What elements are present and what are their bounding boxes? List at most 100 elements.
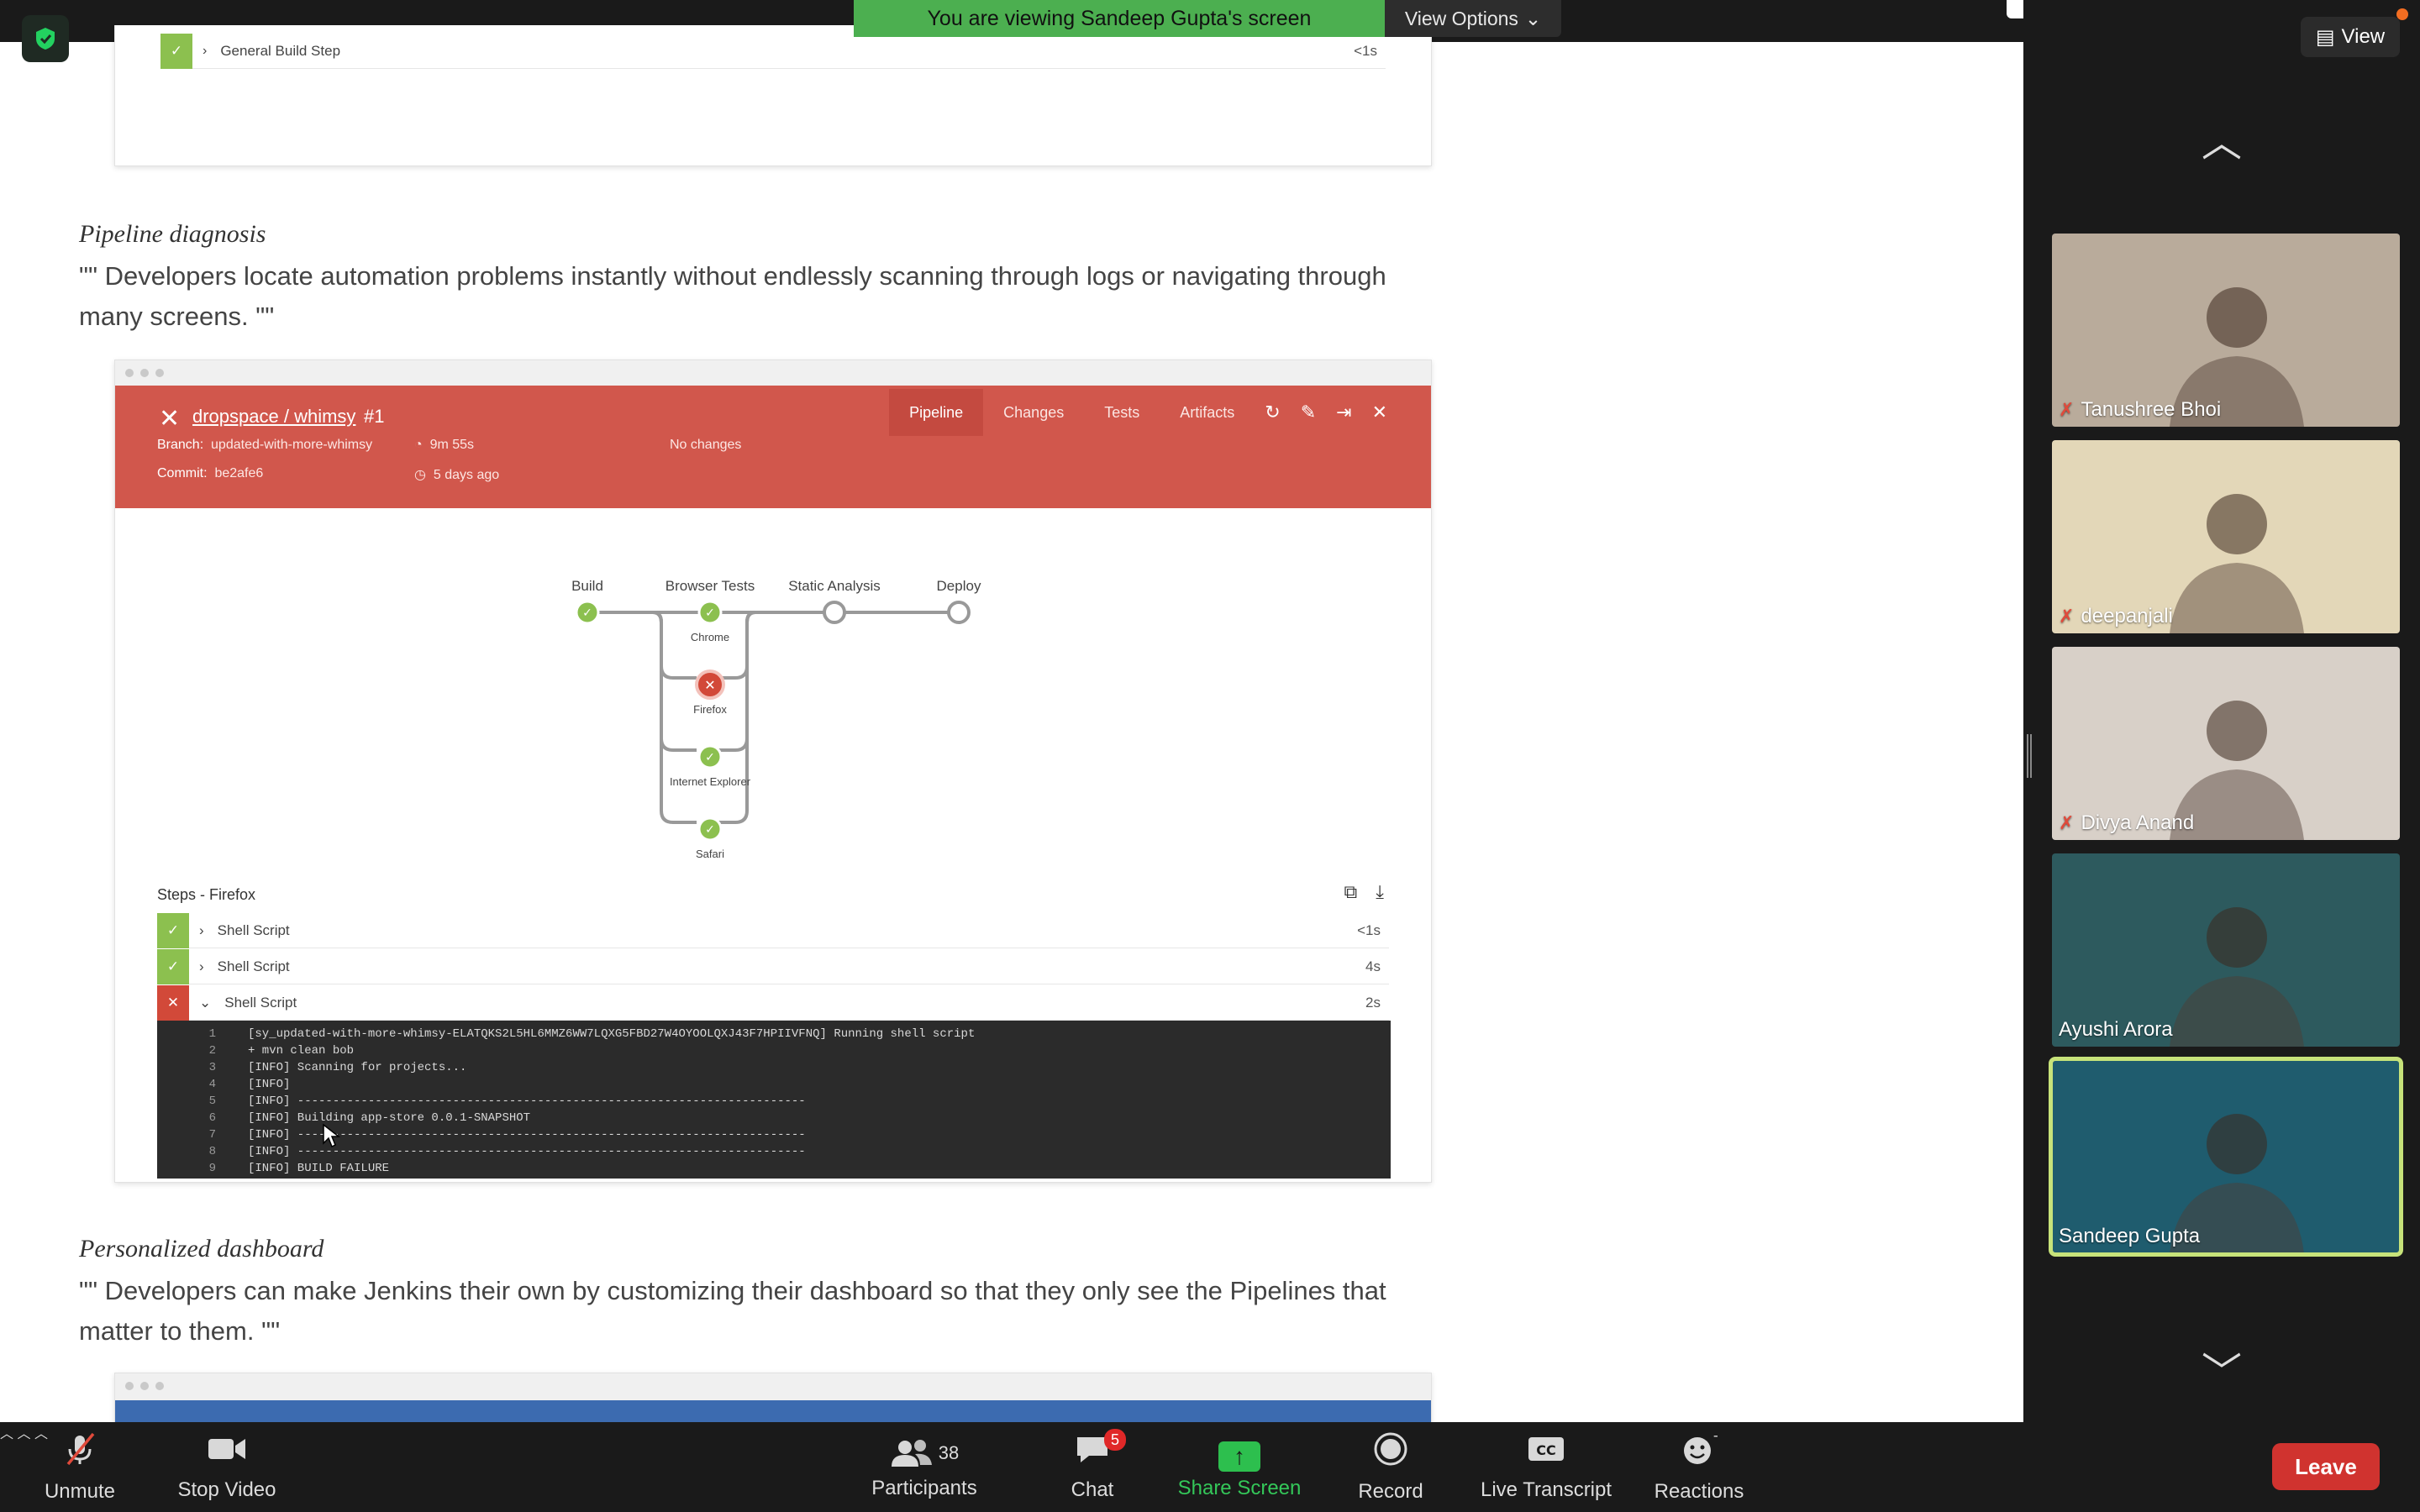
svg-text:✓: ✓ xyxy=(705,823,715,837)
console-line: 5 [INFO] --------------------------------… xyxy=(157,1093,1391,1110)
live-transcript-button[interactable]: CC Live Transcript xyxy=(1462,1422,1630,1512)
console-line-number: 1 xyxy=(208,1027,216,1041)
panel-resize-handle[interactable] xyxy=(2027,734,2032,778)
console-line-text: [INFO] ---------------------------------… xyxy=(248,1095,806,1108)
stage-static-node xyxy=(823,601,846,624)
rerun-icon[interactable]: ↻ xyxy=(1255,402,1290,423)
notification-dot xyxy=(2396,8,2408,20)
console-line-text: [INFO] Building app-store 0.0.1-SNAPSHOT xyxy=(248,1111,531,1125)
tab-changes[interactable]: Changes xyxy=(983,389,1084,436)
chevron-right-icon: › xyxy=(199,921,204,938)
run-header: ✕ dropspace / whimsy #1 Pipeline Changes… xyxy=(115,386,1431,508)
share-screen-icon: ↑ xyxy=(1218,1435,1260,1472)
video-gallery: ▤ View ︿ ✗ Tanushree Bhoi ✗ deepanjali ✗ Divy… xyxy=(2023,0,2420,1422)
scroll-down-icon[interactable]: ﹀ xyxy=(2191,1339,2252,1398)
console-line-number: 2 xyxy=(208,1044,216,1058)
browser-chrome xyxy=(115,360,1431,386)
chat-button[interactable]: 5 Chat xyxy=(1050,1422,1134,1512)
svg-text:✓: ✓ xyxy=(705,751,715,764)
branch-meta: Branch: updated-with-more-whimsy xyxy=(157,438,373,452)
chevron-down-icon: ⌄ xyxy=(1524,7,1542,29)
time-icon: ◷ xyxy=(414,468,426,482)
record-button[interactable]: Record xyxy=(1344,1422,1437,1512)
console-line-number: 4 xyxy=(208,1078,216,1091)
tab-pipeline[interactable]: Pipeline xyxy=(889,389,984,436)
scroll-up-icon[interactable]: ︿ xyxy=(2191,109,2252,168)
stage-label-browser-tests: Browser Tests xyxy=(666,578,755,594)
dashboard-section-body: "" Developers can make Jenkins their own… xyxy=(79,1276,1386,1346)
participant-tile[interactable]: ✗ Tanushree Bhoi xyxy=(2052,234,2400,427)
console-line: 7 [INFO] --------------------------------… xyxy=(157,1126,1391,1143)
edit-icon[interactable]: ✎ xyxy=(1291,402,1326,423)
tab-artifacts[interactable]: Artifacts xyxy=(1160,389,1255,436)
parallel-label-firefox: Firefox xyxy=(693,703,727,716)
participants-button[interactable]: 38 Participants xyxy=(865,1422,983,1512)
run-title[interactable]: dropspace / whimsy xyxy=(192,406,355,428)
age-meta: ◷ 5 days ago xyxy=(414,468,500,482)
participants-count: 38 xyxy=(938,1441,960,1463)
parallel-label-safari: Safari xyxy=(696,848,724,860)
video-options-chevron[interactable]: ︿ xyxy=(17,1427,30,1441)
console-line-text: [INFO] BUILD FAILURE xyxy=(248,1162,390,1175)
viewing-screen-banner: You are viewing Sandeep Gupta's screen xyxy=(854,0,1385,37)
close-run-icon[interactable]: ✕ xyxy=(1362,402,1397,423)
reactions-smiley-icon: + xyxy=(1681,1428,1723,1475)
mic-muted-icon xyxy=(61,1431,98,1475)
participant-tile[interactable]: Sandeep Gupta xyxy=(2049,1057,2403,1257)
jenkins-blue-header xyxy=(115,1400,1431,1422)
svg-text:✓: ✓ xyxy=(705,606,715,620)
svg-text:✕: ✕ xyxy=(704,677,715,693)
audio-options-chevron[interactable]: ︿ xyxy=(0,1427,13,1441)
stage-label-deploy: Deploy xyxy=(937,578,981,594)
general-build-step-row[interactable]: ✓ › General Build Step <1s xyxy=(160,33,1386,69)
participants-icon: 38 xyxy=(890,1435,959,1472)
window-dots xyxy=(125,369,164,377)
reactions-button[interactable]: + Reactions xyxy=(1647,1422,1751,1512)
chevron-down-icon: ⌄ xyxy=(199,994,212,1011)
view-options-button[interactable]: View Options ⌄ xyxy=(1385,0,1561,37)
close-icon[interactable]: ✕ xyxy=(159,404,180,433)
changes-meta: No changes xyxy=(670,438,742,452)
console-line: 8 [INFO] --------------------------------… xyxy=(157,1143,1391,1160)
meeting-toolbar: Unmute ︿ Stop Video ︿ 38 Participants ︿ … xyxy=(0,1422,2420,1512)
success-check-icon: ✓ xyxy=(157,948,189,984)
success-check-icon: ✓ xyxy=(160,33,192,69)
gallery-view-button[interactable]: ▤ View xyxy=(2301,17,2400,57)
pipeline-section-body: "" Developers locate automation problems… xyxy=(79,261,1386,331)
stage-label-static-analysis: Static Analysis xyxy=(788,578,881,594)
console-line-text: [INFO] Scanning for projects... xyxy=(248,1061,467,1074)
mic-muted-icon: ✗ xyxy=(2059,812,2075,833)
share-screen-button[interactable]: ↑ Share Screen xyxy=(1168,1422,1311,1512)
console-line-number: 7 xyxy=(208,1128,216,1142)
security-shield-icon[interactable] xyxy=(22,15,69,62)
console-line-number: 3 xyxy=(208,1061,216,1074)
chat-icon: 5 xyxy=(1074,1429,1126,1473)
step-label: General Build Step xyxy=(220,42,341,59)
console-line: 2 + mvn clean bob xyxy=(157,1042,1391,1059)
stop-video-button[interactable]: Stop Video xyxy=(168,1422,286,1512)
classic-view-icon[interactable]: ⇥ xyxy=(1326,402,1361,423)
step-row[interactable]: ✓ › Shell Script <1s xyxy=(157,912,1389,948)
parallel-label-ie: Internet Explorer xyxy=(670,775,751,788)
steps-title: Steps - Firefox xyxy=(157,886,256,903)
dashboard-section-title: Personalized dashboard xyxy=(79,1235,324,1263)
tab-tests[interactable]: Tests xyxy=(1084,389,1160,436)
mouse-cursor-icon xyxy=(323,1123,340,1148)
participant-tile[interactable]: Ayushi Arora xyxy=(2052,853,2400,1047)
console-line-number: 9 xyxy=(208,1162,216,1175)
view-grid-icon: ▤ xyxy=(2315,25,2335,49)
leave-button[interactable]: Leave xyxy=(2272,1443,2380,1490)
unmute-button[interactable]: Unmute xyxy=(34,1422,126,1512)
participant-tile[interactable]: ✗ Divya Anand xyxy=(2052,647,2400,840)
step-time: <1s xyxy=(1354,42,1377,59)
open-external-icon[interactable]: ⧉ xyxy=(1344,881,1358,903)
step-row-failed[interactable]: ✕ ⌄ Shell Script 2s xyxy=(157,984,1389,1021)
step-row[interactable]: ✓ › Shell Script 4s xyxy=(157,948,1389,984)
download-icon[interactable]: ⤓ xyxy=(1376,881,1384,903)
chevron-right-icon: › xyxy=(203,43,208,58)
participant-tile[interactable]: ✗ deepanjali xyxy=(2052,440,2400,633)
console-line-number: 5 xyxy=(208,1095,216,1108)
console-line: 9 [INFO] BUILD FAILURE xyxy=(157,1160,1391,1177)
participant-name: Ayushi Arora xyxy=(2059,1018,2173,1041)
run-tabs: Pipeline Changes Tests Artifacts ↻ ✎ ⇥ ✕ xyxy=(889,389,1397,436)
